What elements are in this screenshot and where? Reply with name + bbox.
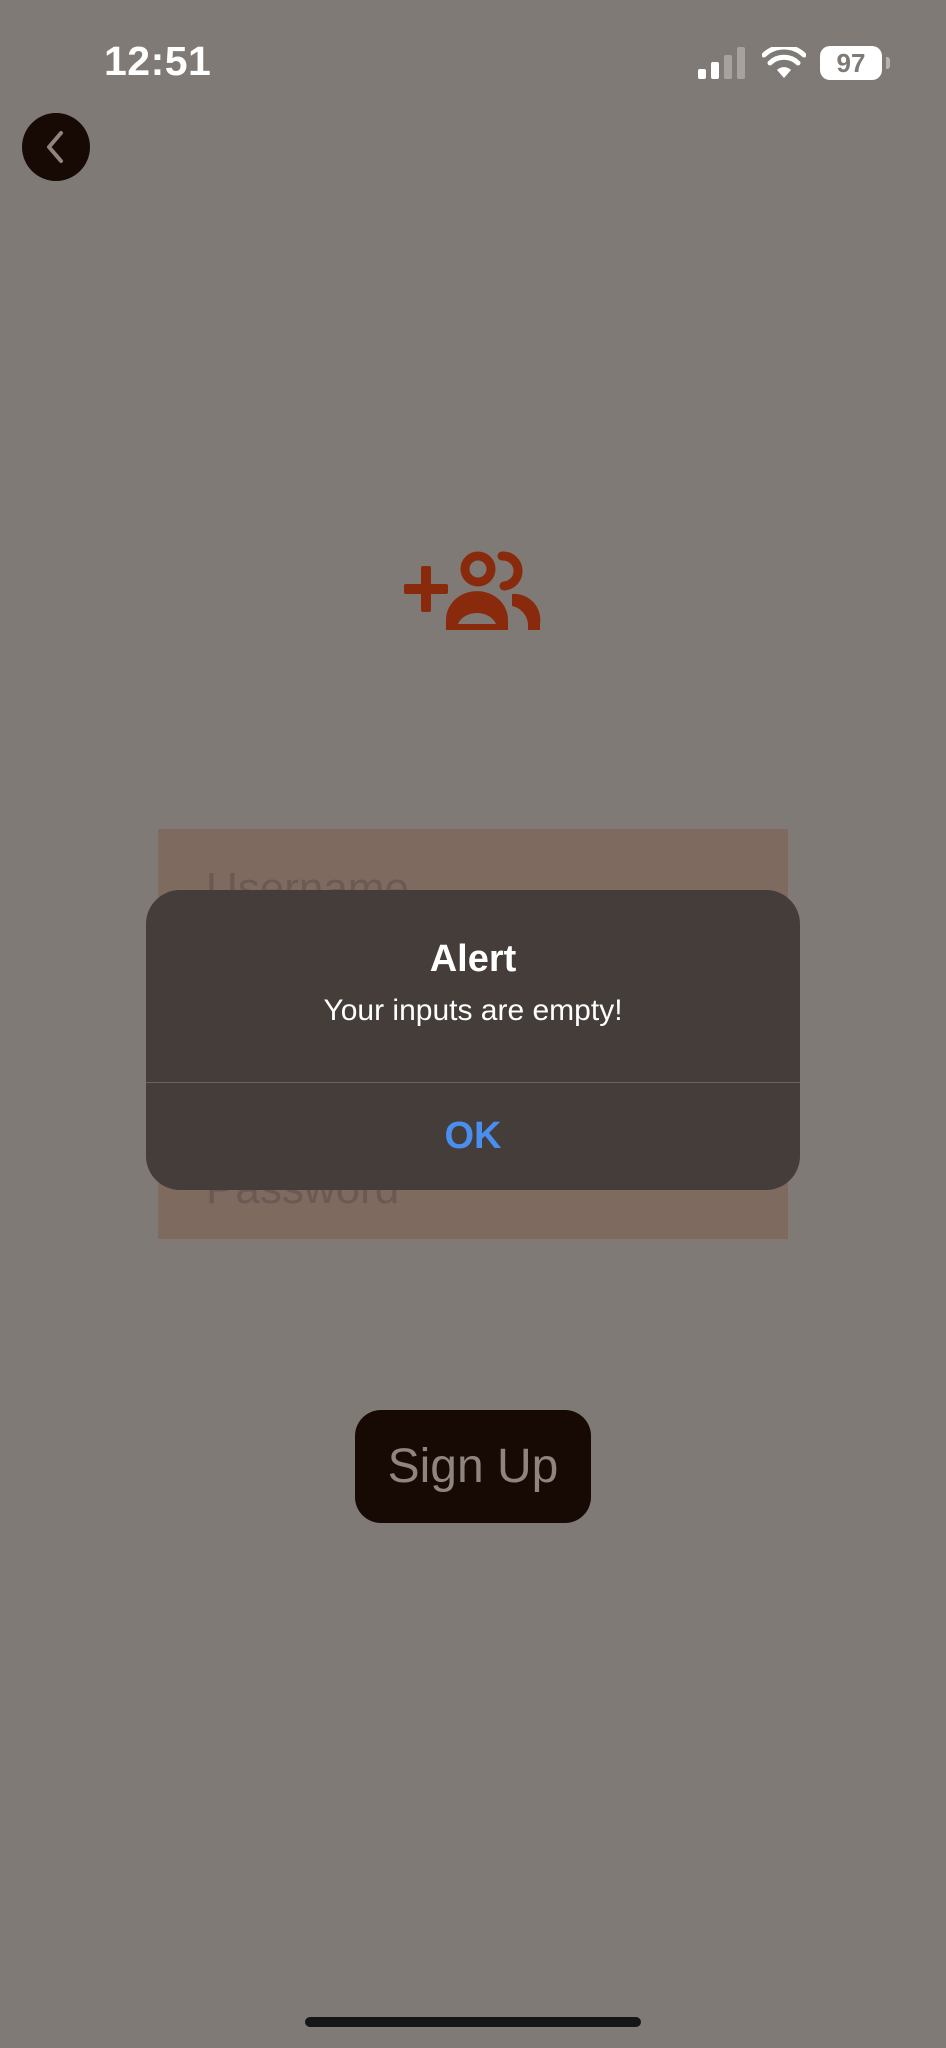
alert-message: Your inputs are empty! bbox=[323, 994, 623, 1027]
signup-button[interactable]: Sign Up bbox=[355, 1410, 591, 1523]
back-button[interactable] bbox=[22, 113, 90, 181]
alert-title: Alert bbox=[429, 938, 517, 980]
home-indicator[interactable] bbox=[305, 2017, 641, 2027]
battery-level: 97 bbox=[836, 47, 866, 78]
battery-tip bbox=[886, 57, 890, 69]
signal-icon bbox=[698, 47, 745, 79]
battery-icon: 97 bbox=[820, 46, 890, 80]
status-time: 12:51 bbox=[104, 38, 212, 84]
status-icons: 97 bbox=[698, 44, 890, 82]
chevron-left-icon bbox=[47, 131, 63, 163]
add-group-icon bbox=[404, 551, 541, 630]
alert-dialog: Alert Your inputs are empty! OK bbox=[146, 890, 800, 1190]
signup-screen: 12:51 97 Username Sign Up Alert Your inp… bbox=[0, 0, 946, 2048]
wifi-icon bbox=[762, 47, 806, 78]
alert-ok-button[interactable]: OK bbox=[146, 1083, 800, 1190]
